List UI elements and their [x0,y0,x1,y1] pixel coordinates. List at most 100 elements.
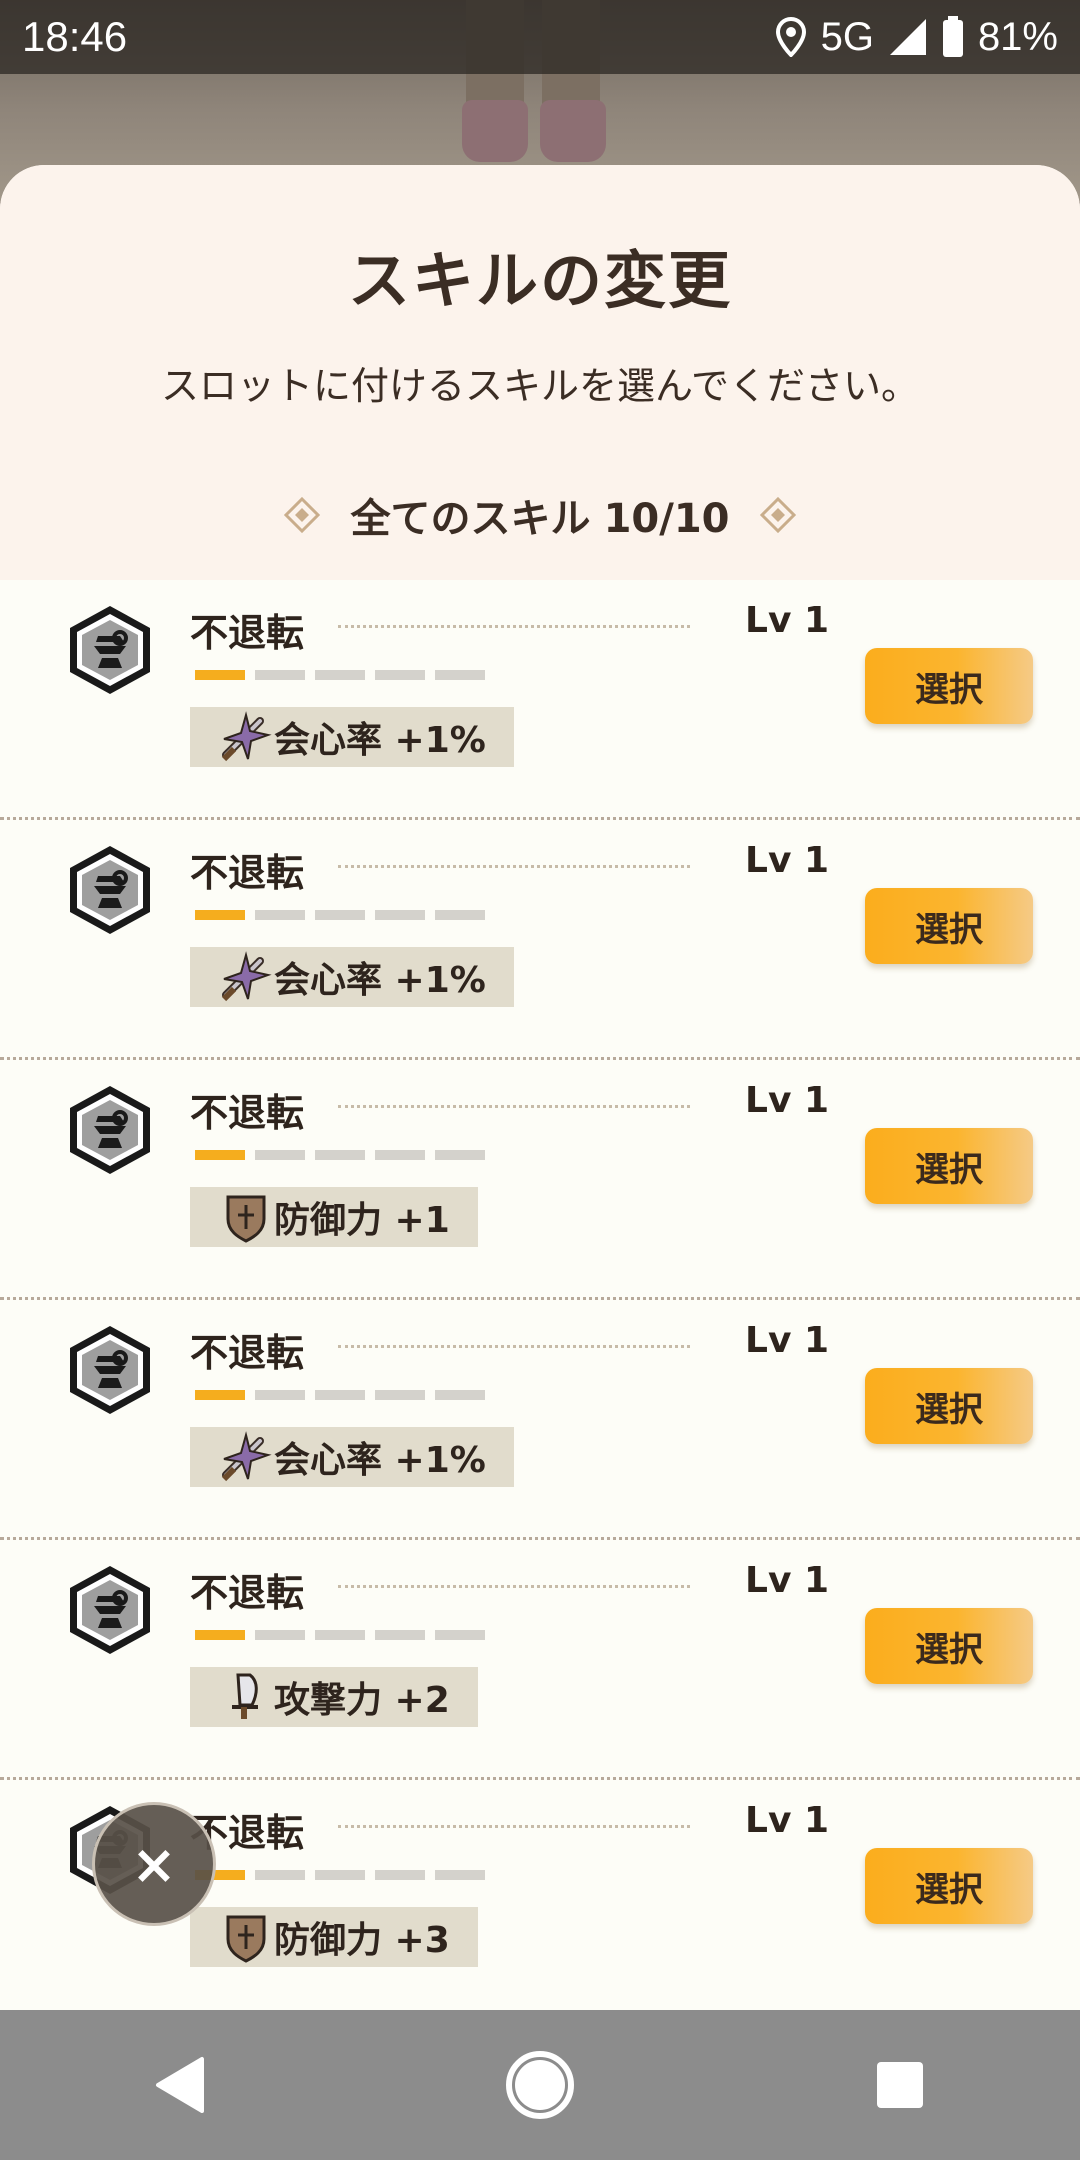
close-button[interactable]: × [92,1802,216,1926]
dotted-divider [338,1105,690,1108]
level-segment [195,1630,245,1640]
location-icon [775,17,806,57]
section-count: 10/10 [603,496,730,542]
skill-badge-icon [62,1322,158,1418]
section-label: 全てのスキル [350,496,591,542]
skill-name: 不退転 [190,1331,305,1375]
stat-tag: 攻撃力 +2 [190,1667,478,1727]
home-circle-icon [506,2051,574,2119]
crit-sword-icon [220,711,272,763]
skill-name: 不退転 [190,851,305,895]
battery-percent: 81% [977,14,1058,59]
level-bar [195,1390,485,1400]
select-button[interactable]: 選択 [865,1608,1033,1684]
home-button[interactable] [480,2025,600,2145]
skill-level: Lv 1 [745,1800,829,1841]
level-segment [315,1630,365,1640]
skill-badge-icon [62,1082,158,1178]
dotted-divider [338,625,690,628]
section-header: 全てのスキル 10/10 [0,485,1080,545]
level-bar [195,1630,485,1640]
level-segment [315,670,365,680]
sheet-header: スキルの変更 スロットに付けるスキルを選んでください。 全てのスキル 10/10 [0,165,1080,580]
select-button[interactable]: 選択 [865,1848,1033,1924]
back-button[interactable] [120,2025,240,2145]
level-segment [375,1630,425,1640]
level-segment [195,1150,245,1160]
level-segment [255,670,305,680]
level-segment [195,1390,245,1400]
crit-sword-icon [220,951,272,1003]
back-triangle-icon [156,2057,204,2113]
signal-icon [889,19,926,55]
level-bar [195,1870,485,1880]
page-subtitle: スロットに付けるスキルを選んでください。 [160,364,920,408]
level-segment [315,1870,365,1880]
level-segment [435,1150,485,1160]
level-segment [255,1630,305,1640]
skill-row: 不退転 Lv 1 会心率 +1% 選択 [0,580,1080,820]
level-segment [315,1390,365,1400]
level-bar [195,1150,485,1160]
page-title: スキルの変更 [347,244,732,317]
skill-row: 不退転 Lv 1 会心率 +1% 選択 [0,820,1080,1060]
stat-text: 防御力 +1 [274,1200,450,1241]
stat-text: 会心率 +1% [274,960,486,1001]
skill-badge-icon [62,842,158,938]
level-segment [255,1870,305,1880]
stat-text: 防御力 +3 [274,1920,450,1961]
skill-level: Lv 1 [745,1560,829,1601]
skill-level: Lv 1 [745,840,829,881]
level-segment [195,910,245,920]
skill-row: 不退転 Lv 1 防御力 +1 選択 [0,1060,1080,1300]
skill-badge-icon [62,602,158,698]
skill-level: Lv 1 [745,1320,829,1361]
skill-row: 不退転 Lv 1 攻撃力 +2 選択 [0,1540,1080,1780]
status-bar: 18:46 5G 81% [0,0,1080,74]
status-time: 18:46 [22,13,128,60]
level-segment [375,1390,425,1400]
crit-sword-icon [220,1431,272,1483]
select-button[interactable]: 選択 [865,888,1033,964]
level-segment [435,1870,485,1880]
diamond-ornament-icon [759,497,796,533]
select-button[interactable]: 選択 [865,1128,1033,1204]
dotted-divider [338,865,690,868]
skill-level: Lv 1 [745,1080,829,1121]
level-segment [255,1150,305,1160]
level-segment [315,910,365,920]
dotted-divider [338,1345,690,1348]
stat-text: 会心率 +1% [274,720,486,761]
level-segment [435,670,485,680]
skill-level: Lv 1 [745,600,829,641]
dotted-divider [338,1585,690,1588]
network-type: 5G [820,14,874,59]
level-segment [195,670,245,680]
recents-button[interactable] [840,2025,960,2145]
shield-icon [220,1911,272,1963]
level-segment [375,670,425,680]
select-button[interactable]: 選択 [865,648,1033,724]
level-segment [315,1150,365,1160]
level-segment [255,910,305,920]
skill-name: 不退転 [190,1091,305,1135]
level-segment [435,910,485,920]
stat-tag: 防御力 +1 [190,1187,478,1247]
level-bar [195,670,485,680]
navigation-bar [0,2010,1080,2160]
stat-tag: 防御力 +3 [190,1907,478,1967]
level-segment [375,1150,425,1160]
skill-name: 不退転 [190,1571,305,1615]
select-button[interactable]: 選択 [865,1368,1033,1444]
skill-badge-icon [62,1562,158,1658]
stat-text: 攻撃力 +2 [274,1680,450,1721]
stat-text: 会心率 +1% [274,1440,486,1481]
stat-tag: 会心率 +1% [190,947,514,1007]
battery-icon [942,16,963,57]
level-segment [375,1870,425,1880]
skill-change-sheet: スキルの変更 スロットに付けるスキルを選んでください。 全てのスキル 10/10… [0,165,1080,2010]
skill-row: 不退転 Lv 1 会心率 +1% 選択 [0,1300,1080,1540]
recents-square-icon [877,2062,923,2108]
skill-list: 不退転 Lv 1 会心率 +1% 選択 不退転 Lv 1 会心率 +1% 選択 不退転 Lv 1防… [0,580,1080,2010]
level-segment [375,910,425,920]
